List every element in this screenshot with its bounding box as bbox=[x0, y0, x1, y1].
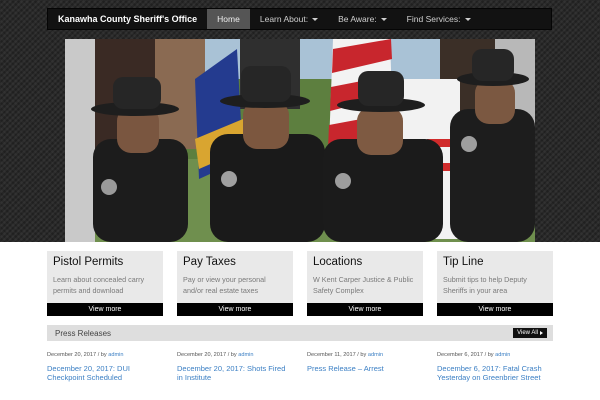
card-body: Pistol Permits Learn about concealed car… bbox=[47, 251, 163, 303]
post-title-link[interactable]: December 20, 2017: DUI Checkpoint Schedu… bbox=[47, 364, 163, 382]
nav-learn-about-label: Learn About: bbox=[259, 14, 309, 24]
nav-be-aware-label: Be Aware: bbox=[338, 14, 377, 24]
card-body: Locations W Kent Carper Justice & Public… bbox=[307, 251, 423, 303]
hero-image bbox=[65, 39, 535, 242]
nav-learn-about[interactable]: Learn About: bbox=[250, 9, 328, 29]
card-pay-taxes: Pay Taxes Pay or view your personal and/… bbox=[177, 251, 293, 316]
view-more-button[interactable]: View more bbox=[47, 303, 163, 316]
nav-find-services[interactable]: Find Services: bbox=[397, 9, 481, 29]
deputy-honor-guard-photo bbox=[65, 39, 535, 242]
top-navbar: Kanawha County Sheriff's Office Home Lea… bbox=[47, 8, 552, 30]
press-release-list: December 20, 2017 / by admin December 20… bbox=[47, 352, 553, 382]
card-title: Locations bbox=[313, 256, 363, 268]
post-author-link[interactable]: admin bbox=[238, 352, 253, 358]
post-author-link[interactable]: admin bbox=[108, 352, 123, 358]
service-cards: Pistol Permits Learn about concealed car… bbox=[47, 251, 553, 316]
chevron-right-icon bbox=[540, 331, 543, 335]
view-more-button[interactable]: View more bbox=[307, 303, 423, 316]
press-releases-header: Press Releases View All bbox=[47, 325, 553, 341]
list-item: December 6, 2017 / by admin December 6, … bbox=[437, 352, 553, 382]
nav-find-services-label: Find Services: bbox=[406, 14, 461, 24]
view-all-button[interactable]: View All bbox=[513, 328, 547, 338]
card-description: Learn about concealed carry permits and … bbox=[53, 275, 145, 295]
site-brand[interactable]: Kanawha County Sheriff's Office bbox=[48, 9, 207, 29]
post-meta: December 6, 2017 / by admin bbox=[437, 352, 553, 358]
press-releases-title: Press Releases bbox=[55, 328, 112, 338]
post-by: / by bbox=[226, 352, 239, 358]
post-by: / by bbox=[483, 352, 496, 358]
post-meta: December 20, 2017 / by admin bbox=[177, 352, 293, 358]
list-item: December 20, 2017 / by admin December 20… bbox=[177, 352, 293, 382]
view-more-button[interactable]: View more bbox=[177, 303, 293, 316]
post-author-link[interactable]: admin bbox=[495, 352, 510, 358]
card-title: Tip Line bbox=[443, 256, 484, 268]
nav-home[interactable]: Home bbox=[207, 9, 250, 29]
post-date: December 20, 2017 bbox=[47, 352, 97, 358]
view-all-label: View All bbox=[517, 330, 538, 336]
caret-down-icon bbox=[464, 17, 471, 21]
card-locations: Locations W Kent Carper Justice & Public… bbox=[307, 251, 423, 316]
post-author-link[interactable]: admin bbox=[368, 352, 383, 358]
post-title-link[interactable]: December 6, 2017: Fatal Crash Yesterday … bbox=[437, 364, 553, 382]
post-meta: December 20, 2017 / by admin bbox=[47, 352, 163, 358]
card-description: Submit tips to help Deputy Sheriffs in y… bbox=[443, 275, 527, 295]
post-title-link[interactable]: December 20, 2017: Shots Fired in Instit… bbox=[177, 364, 293, 382]
card-title: Pay Taxes bbox=[183, 256, 236, 268]
list-item: December 11, 2017 / by admin Press Relea… bbox=[307, 352, 423, 382]
nav-home-label: Home bbox=[217, 14, 240, 24]
post-by: / by bbox=[355, 352, 368, 358]
list-item: December 20, 2017 / by admin December 20… bbox=[47, 352, 163, 382]
post-title-link[interactable]: Press Release – Arrest bbox=[307, 364, 423, 373]
view-more-button[interactable]: View more bbox=[437, 303, 553, 316]
card-description: Pay or view your personal and/or real es… bbox=[183, 275, 266, 295]
nav-be-aware[interactable]: Be Aware: bbox=[328, 9, 397, 29]
card-description: W Kent Carper Justice & Public Safety Co… bbox=[313, 275, 414, 295]
post-date: December 11, 2017 bbox=[307, 352, 356, 358]
card-title: Pistol Permits bbox=[53, 256, 124, 268]
card-body: Pay Taxes Pay or view your personal and/… bbox=[177, 251, 293, 303]
post-date: December 6, 2017 bbox=[437, 352, 484, 358]
post-by: / by bbox=[96, 352, 109, 358]
card-pistol-permits: Pistol Permits Learn about concealed car… bbox=[47, 251, 163, 316]
caret-down-icon bbox=[312, 17, 319, 21]
post-date: December 20, 2017 bbox=[177, 352, 227, 358]
card-tip-line: Tip Line Submit tips to help Deputy Sher… bbox=[437, 251, 553, 316]
post-meta: December 11, 2017 / by admin bbox=[307, 352, 423, 358]
caret-down-icon bbox=[380, 17, 387, 21]
card-body: Tip Line Submit tips to help Deputy Sher… bbox=[437, 251, 553, 303]
